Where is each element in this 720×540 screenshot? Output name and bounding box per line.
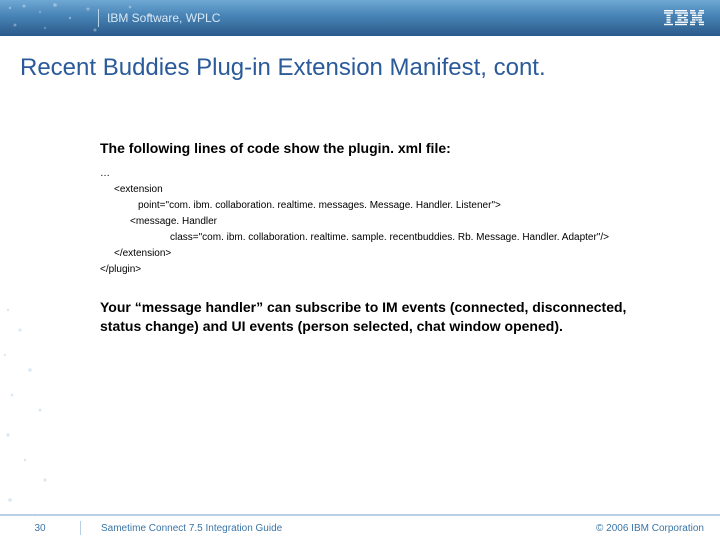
ibm-logo-icon — [664, 10, 704, 26]
code-line: </plugin> — [100, 262, 670, 278]
lead-text: The following lines of code show the plu… — [100, 140, 670, 156]
header-label: IBM Software, WPLC — [107, 11, 220, 25]
footer-bar: 30 Sametime Connect 7.5 Integration Guid… — [0, 514, 720, 540]
code-line: … — [100, 166, 670, 182]
slide-title: Recent Buddies Plug-in Extension Manifes… — [20, 54, 720, 82]
copyright: © 2006 IBM Corporation — [596, 523, 704, 534]
header-bar: IBM Software, WPLC — [0, 0, 720, 36]
code-line: <message. Handler — [100, 214, 670, 230]
code-line: class="com. ibm. collaboration. realtime… — [100, 230, 670, 246]
explain-text: Your “message handler” can subscribe to … — [100, 298, 670, 336]
code-line: point="com. ibm. collaboration. realtime… — [100, 198, 670, 214]
header-divider — [98, 9, 99, 27]
content-area: The following lines of code show the plu… — [100, 140, 670, 336]
code-line: <extension — [100, 182, 670, 198]
code-line: </extension> — [100, 246, 670, 262]
footer-title: Sametime Connect 7.5 Integration Guide — [101, 523, 596, 534]
code-block: … <extension point="com. ibm. collaborat… — [100, 166, 670, 278]
page-number: 30 — [0, 523, 80, 534]
side-dots-decoration — [0, 300, 60, 540]
footer-divider — [80, 521, 81, 535]
